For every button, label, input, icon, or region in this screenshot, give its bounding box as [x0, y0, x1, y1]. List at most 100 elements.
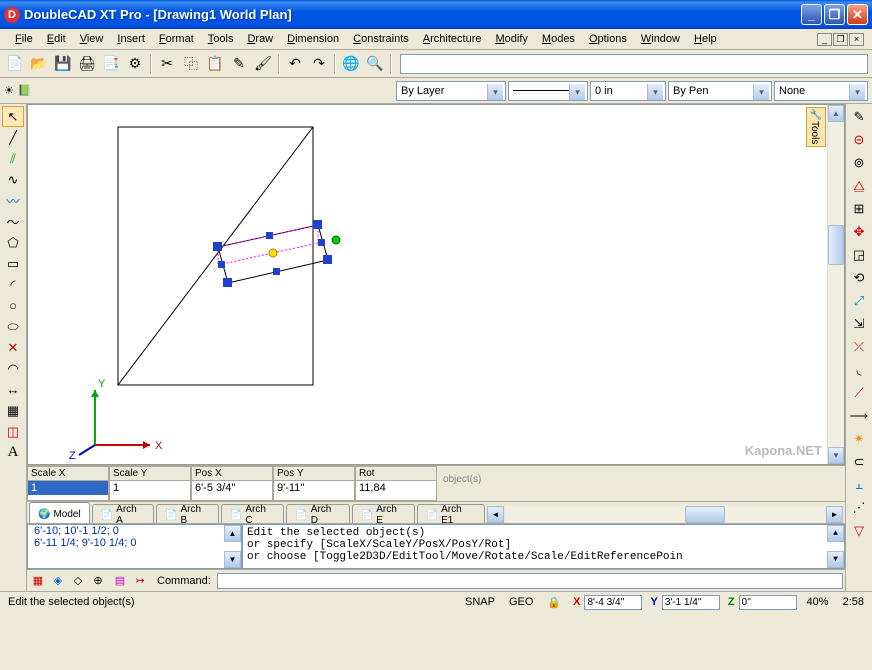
maximize-button[interactable]: ❐ [824, 4, 845, 25]
cmdout-up-icon[interactable]: ▲ [827, 525, 844, 542]
arc-icon[interactable]: ◜ [2, 274, 24, 295]
menu-modes[interactable]: Modes [535, 31, 582, 47]
offset-icon[interactable]: ⊚ [848, 152, 870, 174]
linestyle-combo[interactable] [508, 81, 588, 101]
pointer-icon[interactable]: ↖ [2, 106, 24, 127]
line-icon[interactable]: ╱ [2, 127, 24, 148]
chamfer-icon[interactable]: ⟋ [848, 382, 870, 404]
polyline-icon[interactable]: ∿ [2, 169, 24, 190]
spline-icon[interactable]: ◠ [2, 358, 24, 379]
paste-icon[interactable]: 📋 [204, 53, 226, 75]
linetype-combo[interactable]: None [774, 81, 868, 101]
save-icon[interactable]: 💾 [52, 53, 74, 75]
menu-format[interactable]: Format [152, 31, 201, 47]
tab-scrollbar[interactable]: ◄ ► [487, 506, 843, 523]
scroll-thumb[interactable] [828, 225, 844, 265]
scalex-input[interactable]: Scale X1 [27, 466, 109, 501]
grid-icon[interactable]: ▦ [29, 572, 47, 590]
close-button[interactable]: ✕ [847, 4, 868, 25]
join-icon[interactable]: ⊂ [848, 451, 870, 473]
new-icon[interactable]: 📄 [4, 53, 26, 75]
extend-icon[interactable]: ⟶ [848, 405, 870, 427]
break-icon[interactable]: ⤫ [848, 336, 870, 358]
rot-input[interactable]: Rot11,84 [355, 466, 437, 501]
hatch-icon[interactable]: ▦ [2, 400, 24, 421]
scaley-input[interactable]: Scale Y1 [109, 466, 191, 501]
command-output[interactable]: Edit the selected object(s) or specify [… [242, 524, 845, 569]
mdi-close[interactable]: × [849, 33, 864, 46]
drawing-canvas[interactable]: X Y Z ▲ ▼ 🔧 Tools Kapona.NET [27, 104, 845, 465]
explode-icon[interactable]: ✴ [848, 428, 870, 450]
divide-icon[interactable]: ⋰ [848, 497, 870, 519]
scale-icon[interactable]: ⤢ [848, 290, 870, 312]
curve-icon[interactable]: 〜 [2, 211, 24, 232]
geo-toggle[interactable]: GEO [505, 596, 537, 608]
menu-window[interactable]: Window [634, 31, 687, 47]
menu-dimension[interactable]: Dimension [280, 31, 346, 47]
history-down-icon[interactable]: ▼ [224, 551, 241, 568]
stretch-icon[interactable]: ⇲ [848, 313, 870, 335]
tab-arch-a[interactable]: 📄 Arch A [92, 504, 154, 523]
align-icon[interactable]: ⫠ [848, 474, 870, 496]
ortho-icon[interactable]: ⊕ [89, 572, 107, 590]
tab-arch-b[interactable]: 📄 Arch B [156, 504, 219, 523]
menu-modify[interactable]: Modify [488, 31, 534, 47]
tab-arch-e[interactable]: 📄 Arch E [352, 504, 415, 523]
polygon-icon[interactable]: ⬠ [2, 232, 24, 253]
vertical-scrollbar[interactable]: ▲ ▼ [827, 105, 844, 464]
text-icon[interactable]: A [2, 442, 24, 463]
command-input[interactable] [217, 573, 843, 589]
brush-icon[interactable]: 🖌 [252, 53, 274, 75]
tab-arch-c[interactable]: 📄 Arch C [221, 504, 284, 523]
undo-icon[interactable]: ↶ [284, 53, 306, 75]
zoom-level[interactable]: 40% [803, 596, 833, 608]
layers-icon[interactable]: 📗 [18, 84, 32, 97]
scroll-right-icon[interactable]: ► [826, 506, 843, 523]
layer-combo[interactable]: By Layer [396, 81, 506, 101]
dimension-icon[interactable]: ↔ [2, 379, 24, 400]
multiline-icon[interactable]: 〰 [2, 190, 24, 211]
scroll-down-icon[interactable]: ▼ [828, 447, 844, 464]
hscroll-thumb[interactable] [685, 506, 725, 523]
tools-palette-tab[interactable]: 🔧 Tools [806, 107, 826, 147]
coord-z-input[interactable] [739, 595, 797, 610]
region-icon[interactable]: ▽ [848, 520, 870, 542]
fillet-icon[interactable]: ◟ [848, 359, 870, 381]
mdi-restore[interactable]: ❐ [833, 33, 848, 46]
menu-file[interactable]: File [8, 31, 40, 47]
lock-icon[interactable]: 🔒 [543, 596, 565, 609]
tab-arch-d[interactable]: 📄 Arch D [286, 504, 349, 523]
edit-icon[interactable]: ✎ [228, 53, 250, 75]
snap-toggle[interactable]: SNAP [461, 596, 499, 608]
array-icon[interactable]: ⊞ [848, 198, 870, 220]
viewport-icon[interactable]: ◫ [2, 421, 24, 442]
menu-help[interactable]: Help [687, 31, 724, 47]
trim-icon[interactable]: ⊝ [848, 129, 870, 151]
coord-y-input[interactable] [662, 595, 720, 610]
layer-icon[interactable]: ▤ [111, 572, 129, 590]
copy2-icon[interactable]: ◲ [848, 244, 870, 266]
doubleline-icon[interactable]: ⫽ [2, 148, 24, 169]
zoom-icon[interactable]: 🔍 [364, 53, 386, 75]
redo-icon[interactable]: ↷ [308, 53, 330, 75]
minimize-button[interactable]: _ [801, 4, 822, 25]
menu-architecture[interactable]: Architecture [416, 31, 489, 47]
scroll-left-icon[interactable]: ◄ [487, 506, 504, 523]
color-combo[interactable]: By Pen [668, 81, 772, 101]
cut-icon[interactable]: ✂ [156, 53, 178, 75]
cmdout-down-icon[interactable]: ▼ [827, 551, 844, 568]
tab-arch-e1[interactable]: 📄 Arch E1 [417, 504, 485, 523]
open-icon[interactable]: 📂 [28, 53, 50, 75]
sun-icon[interactable]: ☀ [4, 84, 14, 97]
rectangle-icon[interactable]: ▭ [2, 253, 24, 274]
track-icon[interactable]: ↣ [131, 572, 149, 590]
search-input[interactable] [400, 54, 868, 74]
page-setup-icon[interactable]: 📑 [100, 53, 122, 75]
menu-options[interactable]: Options [582, 31, 634, 47]
mirror-icon[interactable]: ⧋ [848, 175, 870, 197]
coord-history[interactable]: 6'-10; 10'-1 1/2; 06'-11 1/4; 9'-10 1/4;… [27, 524, 242, 569]
menu-draw[interactable]: Draw [240, 31, 280, 47]
point-icon[interactable]: ✕ [2, 337, 24, 358]
mdi-minimize[interactable]: _ [817, 33, 832, 46]
posy-input[interactable]: Pos Y9'-11'' [273, 466, 355, 501]
